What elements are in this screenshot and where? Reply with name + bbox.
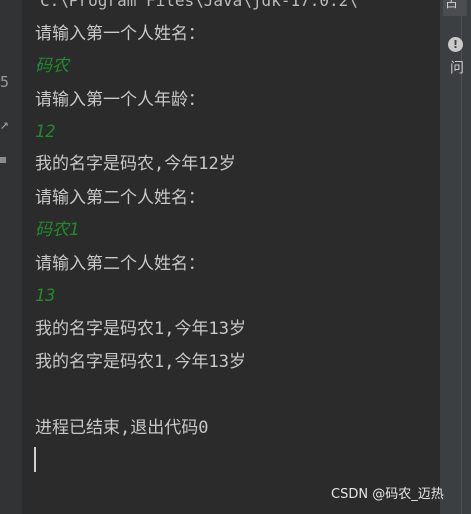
console-line-prompt-name-2b: 请输入第二个人姓名：	[35, 254, 205, 274]
console-line-result-1: 我的名字是码农,今年12岁	[35, 154, 236, 174]
run-console[interactable]: 5 ↗ C:\Program Files\Java\jdk-17.0.2\ 请输…	[0, 0, 471, 514]
problems-tab[interactable]: 问	[448, 60, 464, 74]
console-line-exit-status: 进程已结束,退出代码0	[35, 418, 209, 438]
console-line-result-3: 我的名字是码农1,今年13岁	[35, 352, 246, 372]
gutter-marker-icon	[0, 157, 6, 163]
gutter-arrow-icon[interactable]: ↗	[0, 116, 10, 132]
console-line-input-age-2: 13	[35, 286, 56, 306]
console-line-prompt-name-2: 请输入第二个人姓名：	[35, 188, 205, 208]
console-line-input-age-1: 12	[35, 122, 56, 142]
console-line-prompt-age-1: 请输入第一个人年龄：	[35, 90, 205, 110]
right-tool-strip	[440, 0, 471, 514]
console-gutter: 5 ↗	[0, 0, 22, 514]
warning-icon[interactable]: !	[448, 37, 463, 52]
console-line-input-name-1: 码农	[35, 56, 69, 76]
run-command-path: C:\Program Files\Java\jdk-17.0.2\	[40, 0, 358, 10]
tool-window-tab-label: 占	[445, 0, 459, 11]
right-strip-divider	[461, 0, 462, 514]
console-line-prompt-name-1: 请输入第一个人姓名：	[35, 24, 205, 44]
csdn-watermark: CSDN @码农_迈热	[331, 487, 444, 502]
console-line-input-name-2: 码农1	[35, 220, 80, 240]
console-line-result-2: 我的名字是码农1,今年13岁	[35, 319, 246, 339]
gutter-glyph-5: 5	[0, 74, 10, 90]
text-caret	[34, 447, 36, 472]
